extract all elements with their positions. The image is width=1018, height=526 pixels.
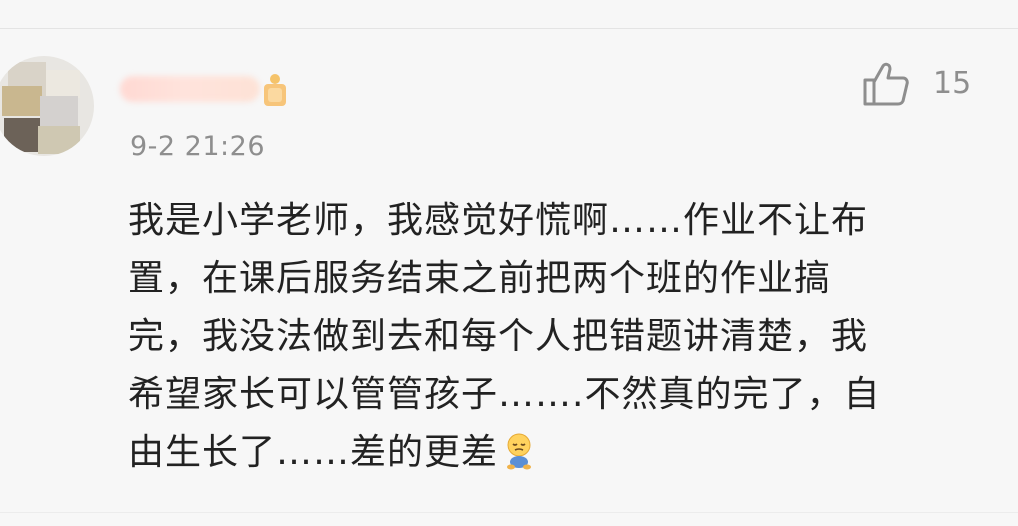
comment-body: 我是小学老师，我感觉好慌啊……作业不让布 置，在课后服务结束之前把两个班的作业搞… (128, 192, 978, 482)
comment-line: 希望家长可以管管孩子…….不然真的完了，自 (128, 374, 881, 415)
avatar[interactable] (0, 56, 94, 156)
comment-line-text: 由生长了……差的更差 (128, 432, 499, 473)
thumbs-up-icon[interactable] (861, 60, 911, 108)
top-divider (0, 28, 1018, 29)
comment-card: 9-2 21:26 15 我是小学老师，我感觉好慌啊……作业不让布 置，在课后服… (0, 0, 1018, 526)
comment-line: 完，我没法做到去和每个人把错题讲清楚，我 (128, 316, 869, 357)
vip-badge-icon (264, 74, 286, 106)
comment-line: 置，在课后服务结束之前把两个班的作业搞 (128, 258, 832, 299)
sleepy-sitting-emoji-icon (507, 433, 532, 470)
like-count: 15 (933, 66, 972, 101)
comment-timestamp: 9-2 21:26 (130, 131, 265, 162)
comment-line: 我是小学老师，我感觉好慌啊……作业不让布 (128, 200, 869, 241)
username-blurred (120, 76, 260, 102)
bottom-divider (0, 512, 1018, 513)
comment-line-last: 由生长了……差的更差 (128, 424, 978, 482)
username[interactable] (114, 66, 294, 112)
